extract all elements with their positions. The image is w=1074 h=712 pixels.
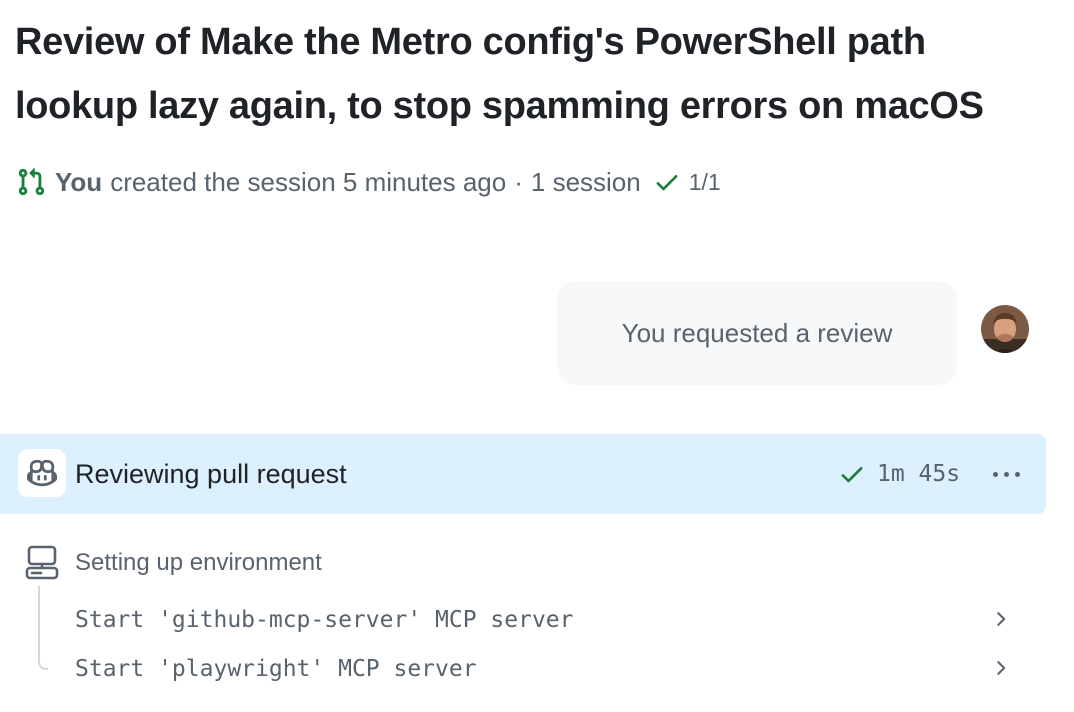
server-icon	[25, 545, 59, 580]
meta-separator: ·	[514, 166, 523, 197]
user-avatar[interactable]	[981, 305, 1029, 353]
session-progress: 1/1	[688, 168, 721, 195]
chevron-right-icon	[997, 612, 1006, 626]
message-text: You requested a review	[621, 317, 893, 348]
step-text: Start 'playwright' MCP server	[75, 656, 477, 682]
step-tree-line	[38, 586, 48, 670]
review-step-title: Reviewing pull request	[75, 459, 347, 489]
step-text: Start 'github-mcp-server' MCP server	[75, 607, 574, 633]
review-step-row[interactable]: Reviewing pull request 1m 45s	[0, 434, 1046, 514]
copilot-icon	[27, 459, 57, 487]
session-author[interactable]: You	[55, 167, 102, 198]
step-row-github-mcp-server[interactable]: Start 'github-mcp-server' MCP server	[60, 598, 1025, 642]
message-bubble: You requested a review	[557, 281, 957, 385]
check-icon	[656, 175, 678, 191]
environment-label: Setting up environment	[75, 549, 322, 576]
kebab-horizontal-icon	[992, 471, 998, 477]
session-meta: You created the session 5 minutes ago · …	[16, 164, 721, 200]
check-icon	[841, 467, 863, 483]
step-row-playwright[interactable]: Start 'playwright' MCP server	[60, 647, 1025, 691]
more-options-button[interactable]	[984, 456, 1028, 492]
chevron-right-icon	[997, 661, 1006, 675]
review-session-page: Review of Make the Metro config's PowerS…	[0, 0, 1074, 712]
page-title: Review of Make the Metro config's PowerS…	[15, 21, 984, 127]
copilot-icon-container	[18, 449, 66, 497]
session-count: 1 session	[530, 166, 641, 197]
avatar-image	[981, 305, 1029, 353]
git-pull-request-icon	[18, 168, 45, 196]
review-duration: 1m 45s	[877, 461, 961, 487]
session-created-text: created the session 5 minutes ago	[110, 166, 507, 197]
